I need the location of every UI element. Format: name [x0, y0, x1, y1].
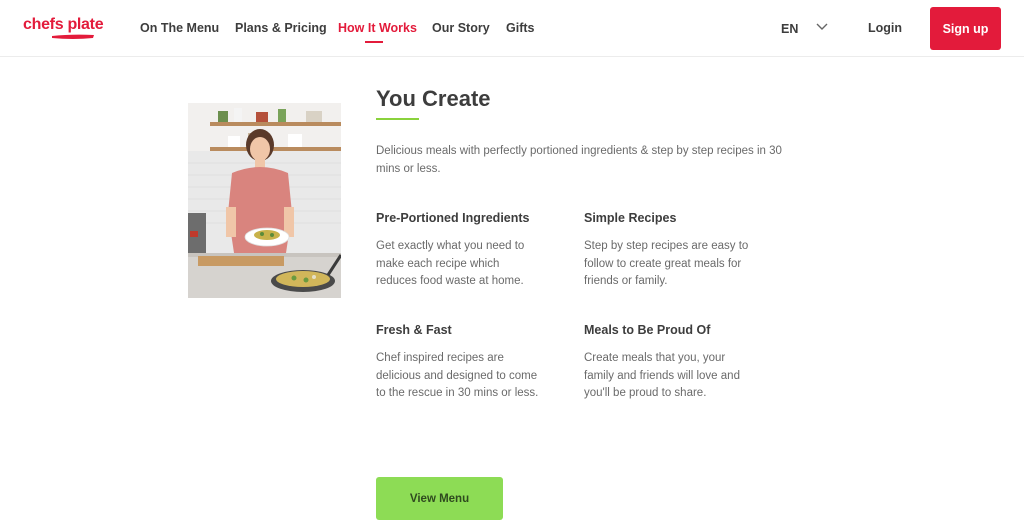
section-title: You Create [376, 86, 491, 111]
nav-our-story[interactable]: Our Story [432, 21, 490, 35]
nav-plans-pricing[interactable]: Plans & Pricing [235, 21, 327, 35]
feature-title-proud: Meals to Be Proud Of [584, 323, 711, 337]
feature-title-pre-portioned: Pre-Portioned Ingredients [376, 211, 530, 225]
feature-text-fresh-fast: Chef inspired recipes are delicious and … [376, 352, 539, 399]
title-underline [376, 118, 419, 120]
feature-text-proud: Create meals that you, your family and f… [584, 352, 740, 399]
feature-text-simple-recipes: Step by step recipes are easy to follow … [584, 240, 749, 287]
nav-how-it-works[interactable]: How It Works [338, 21, 417, 35]
chevron-down-icon[interactable] [815, 22, 829, 32]
login-link[interactable]: Login [868, 21, 902, 35]
feature-text-pre-portioned: Get exactly what you need to make each r… [376, 240, 525, 287]
nav-gifts[interactable]: Gifts [506, 21, 534, 35]
site-header: chefs plate On The Menu Plans & Pricing … [0, 0, 1024, 57]
language-selector[interactable]: EN [781, 22, 798, 36]
view-menu-button[interactable]: View Menu [376, 477, 503, 520]
chef-kitchen-photo [188, 103, 341, 298]
feature-title-fresh-fast: Fresh & Fast [376, 323, 452, 337]
section-intro: Delicious meals with perfectly portioned… [376, 145, 782, 175]
signup-button[interactable]: Sign up [930, 7, 1001, 50]
active-nav-underline [365, 41, 383, 43]
logo-knife-icon [52, 34, 94, 39]
logo-text: chefs plate [23, 16, 104, 33]
feature-title-simple-recipes: Simple Recipes [584, 211, 677, 225]
chefs-plate-logo[interactable]: chefs plate [23, 16, 104, 42]
nav-on-the-menu[interactable]: On The Menu [140, 21, 219, 35]
